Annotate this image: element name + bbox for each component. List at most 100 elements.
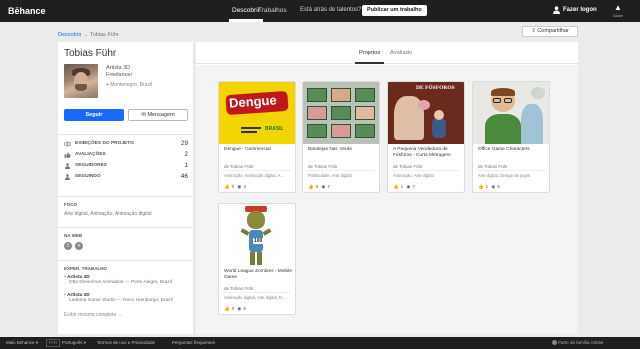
project-thumbnail[interactable]: DE FÓSFOROS (388, 82, 464, 144)
breadcrumb-discover-link[interactable]: Descobrir (58, 32, 82, 38)
project-thumbnail[interactable]: 100 (219, 204, 295, 266)
divider (58, 196, 193, 197)
project-stats: 👍 1 ◉ 6 (478, 184, 502, 190)
eye-icon: ◉ (237, 184, 242, 189)
project-card[interactable]: Dengue BRASIL Dengue - Commercial de Tob… (218, 81, 296, 193)
adobe-logo-icon[interactable]: ▲ (614, 4, 622, 12)
project-fields: Animação digital, Arte digital, D... (224, 295, 286, 300)
experience-detail: Otto Desenhos Animados — Porto Alegre, B… (69, 280, 172, 285)
project-stats: 👍 0 ◉ 3 (224, 184, 248, 190)
share-button[interactable]: ⇪ Compartilhar (522, 26, 578, 37)
project-owner[interactable]: de Tobias Führ (224, 164, 254, 169)
thumbs-up-icon: 👍 (224, 184, 230, 189)
person-icon (65, 174, 70, 180)
views-count: 3 (243, 184, 246, 189)
likes-count: 1 (485, 184, 489, 189)
focus-title: FOCO (64, 202, 77, 207)
project-fields: Publicidade, Arte digital (308, 173, 352, 178)
project-thumbnail[interactable] (303, 82, 379, 144)
twitter-icon[interactable]: t (64, 242, 72, 250)
location-pin-icon: ⌖ (106, 82, 109, 88)
language-select[interactable]: PTR (46, 339, 60, 347)
stat-following[interactable]: SEGUINDO 46 (64, 173, 188, 181)
more-behance-link[interactable]: Mais Behance ▾ (6, 340, 38, 346)
thumbs-up-icon: 👍 (393, 184, 399, 189)
breadcrumb-separator: → (83, 32, 89, 38)
project-owner[interactable]: de Tobias Führ (308, 164, 338, 169)
talent-question: Está atrás de talentos? (300, 7, 362, 13)
eye-icon (64, 141, 71, 147)
project-thumbnail[interactable]: Dengue BRASIL (219, 82, 295, 144)
chevron-down-icon: ▾ (35, 340, 39, 345)
project-fields: Animação, Animação digital, A... (224, 173, 284, 178)
project-owner[interactable]: de Tobias Führ (224, 286, 254, 291)
projects-panel: Projetos Avaliado Dengue BRASIL Dengue -… (196, 42, 578, 334)
project-owner[interactable]: de Tobias Führ (478, 164, 508, 169)
experience-item: • Artista 3D Otto Desenhos Animados — Po… (64, 275, 172, 285)
nav-jobs[interactable]: Trabalhos (258, 7, 287, 14)
stat-value: 2 (184, 151, 188, 158)
project-thumbnail[interactable] (473, 82, 549, 144)
stat-project-views: EXIBIÇÕES DO PROJETO 29 (64, 140, 188, 148)
nav-discover[interactable]: Descobrir (229, 7, 263, 22)
behance-logo[interactable]: Bēhance (8, 6, 46, 16)
stat-value: 46 (180, 173, 188, 180)
tab-appreciated[interactable]: Avaliado (390, 50, 412, 56)
post-job-button[interactable]: Publicar um trabalho (362, 5, 427, 16)
language-code: PTR (49, 340, 57, 345)
stat-label: AVALIAÇÕES (75, 152, 106, 157)
stat-appreciations: AVALIAÇÕES 2 (64, 151, 188, 159)
person-icon (65, 163, 70, 169)
views-count: 7 (412, 184, 415, 189)
project-card[interactable]: Office Game Characters de Tobias Führ Ar… (472, 81, 550, 193)
views-count: 6 (243, 306, 246, 311)
likes-count: 0 (231, 184, 235, 189)
likes-count: 0 (315, 184, 319, 189)
more-behance-label: Mais Behance (6, 340, 35, 345)
location-text: Montenegro, Brazil (110, 82, 153, 88)
project-title[interactable]: Bandejas Nat. Verde (308, 147, 376, 153)
project-fields: Animação, Arte digital (393, 173, 434, 178)
project-card[interactable]: Bandejas Nat. Verde de Tobias Führ Publi… (302, 81, 380, 193)
experience-more-link[interactable]: Exibir resumo completo → (64, 312, 123, 318)
message-button[interactable]: ✉ Mensagem (128, 109, 188, 121)
stat-label: SEGUIDORES (75, 163, 107, 168)
tab-projects[interactable]: Projetos (354, 50, 385, 64)
thumbs-up-icon: 👍 (478, 184, 484, 189)
project-title[interactable]: A Pequena Vendedora de Fósforos - Curta … (393, 147, 461, 159)
project-title[interactable]: Office Game Characters (478, 147, 546, 153)
language-name: Português (62, 340, 83, 345)
breadcrumb-current: Tobias Führ (90, 32, 119, 38)
avatar (64, 64, 98, 98)
experience-title: EXPER. TRABALHO (64, 266, 108, 271)
faq-link[interactable]: Perguntas frequentes (172, 340, 215, 345)
stat-label: SEGUINDO (75, 174, 101, 179)
project-title[interactable]: World League Zombies - Mobile Game (224, 269, 292, 281)
follow-button[interactable]: Seguir (64, 109, 124, 121)
language-label[interactable]: Português ▾ (62, 340, 86, 346)
breadcrumb: Descobrir → Tobias Führ (58, 32, 119, 38)
adobe-family-link[interactable]: Parte da família Adobe (558, 340, 604, 345)
divider (58, 227, 193, 228)
project-title[interactable]: Dengue - Commercial (224, 147, 292, 153)
stat-value: 1 (184, 162, 188, 169)
project-card[interactable]: DE FÓSFOROS A Pequena Vendedora de Fósfo… (387, 81, 465, 193)
stat-followers[interactable]: SEGUIDORES 1 (64, 162, 188, 170)
eye-icon: ◉ (321, 184, 326, 189)
vimeo-icon[interactable]: v (75, 242, 83, 250)
share-icon: ⇪ (531, 28, 536, 34)
adobe-family-icon (552, 340, 557, 345)
share-label: Compartilhar (537, 28, 569, 34)
divider (58, 134, 193, 135)
likes-count: 0 (231, 306, 235, 311)
project-owner[interactable]: de Tobias Führ (393, 164, 423, 169)
experience-detail: Ladema Game Studio — Novo Hamburgo, Braz… (69, 298, 173, 303)
terms-link[interactable]: Termos de uso e Privacidade (97, 340, 155, 345)
eye-icon: ◉ (406, 184, 411, 189)
project-card[interactable]: 100 World League Zombies - Mobile Game d… (218, 203, 296, 315)
top-navigation-bar: Bēhance Descobrir Trabalhos Está atrás d… (0, 0, 640, 22)
login-link[interactable]: Fazer logon (563, 7, 597, 13)
message-label: Mensagem (147, 112, 175, 118)
user-icon (553, 6, 560, 14)
project-fields: Arte digital, Design de jogos (478, 173, 531, 178)
